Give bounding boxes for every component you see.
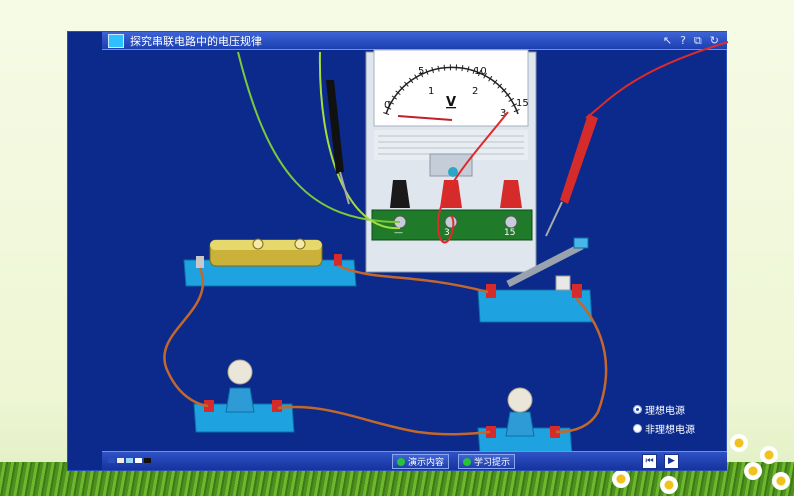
learning-hint-button[interactable]: 学习提示: [458, 454, 516, 469]
terminal-label: 15: [504, 228, 515, 238]
next-page-button[interactable]: ▶: [664, 454, 679, 469]
radio-selected-icon[interactable]: [633, 405, 642, 414]
color-swatch[interactable]: [144, 458, 151, 463]
light-bulb-right[interactable]: [477, 387, 573, 455]
color-swatch[interactable]: [126, 458, 133, 463]
flower-icon: [760, 446, 778, 464]
circuit-stage: 0 5 10 15 1 2 3 V — 3 15: [163, 41, 728, 455]
meter-unit-label: V: [446, 95, 456, 110]
flower-icon: [772, 472, 790, 490]
non-ideal-source-option[interactable]: 非理想电源: [633, 421, 695, 436]
scale-tick-label: 2: [472, 86, 478, 97]
ideal-source-option[interactable]: 理想电源: [633, 402, 685, 417]
red-probe[interactable]: [545, 114, 598, 237]
flower-icon: [612, 470, 630, 488]
simulation-window: 探究串联电路中的电压规律 ↖ ? ⧉ ↻ 0 5 10 15 1 2 3 V —…: [67, 31, 728, 471]
play-dot-icon: [397, 457, 405, 466]
scale-tick-label: 15: [516, 98, 529, 109]
terminal-label: 3: [444, 228, 450, 238]
prev-page-button[interactable]: ⏮: [642, 454, 657, 469]
terminal-label: —: [394, 228, 403, 238]
flower-icon: [660, 476, 678, 494]
flower-icon: [730, 434, 748, 452]
scale-tick-label: 5: [418, 66, 424, 77]
color-swatch[interactable]: [108, 458, 115, 463]
black-probe[interactable]: [326, 80, 350, 205]
scale-tick-label: 1: [428, 86, 434, 97]
color-swatch[interactable]: [135, 458, 142, 463]
scale-tick-label: 0: [384, 100, 390, 111]
radio-icon[interactable]: [633, 424, 642, 433]
bottom-toolbar: 演示内容 学习提示 ⏮ ▶: [102, 451, 727, 470]
scale-tick-label: 10: [474, 66, 487, 77]
voltmeter: 0 5 10 15 1 2 3 V — 3 15: [365, 49, 537, 273]
color-swatch[interactable]: [117, 458, 124, 463]
light-bulb-left[interactable]: [193, 359, 295, 433]
demo-content-button[interactable]: 演示内容: [392, 454, 450, 469]
battery[interactable]: [183, 238, 357, 287]
flower-icon: [744, 462, 762, 480]
hint-dot-icon: [463, 457, 471, 466]
